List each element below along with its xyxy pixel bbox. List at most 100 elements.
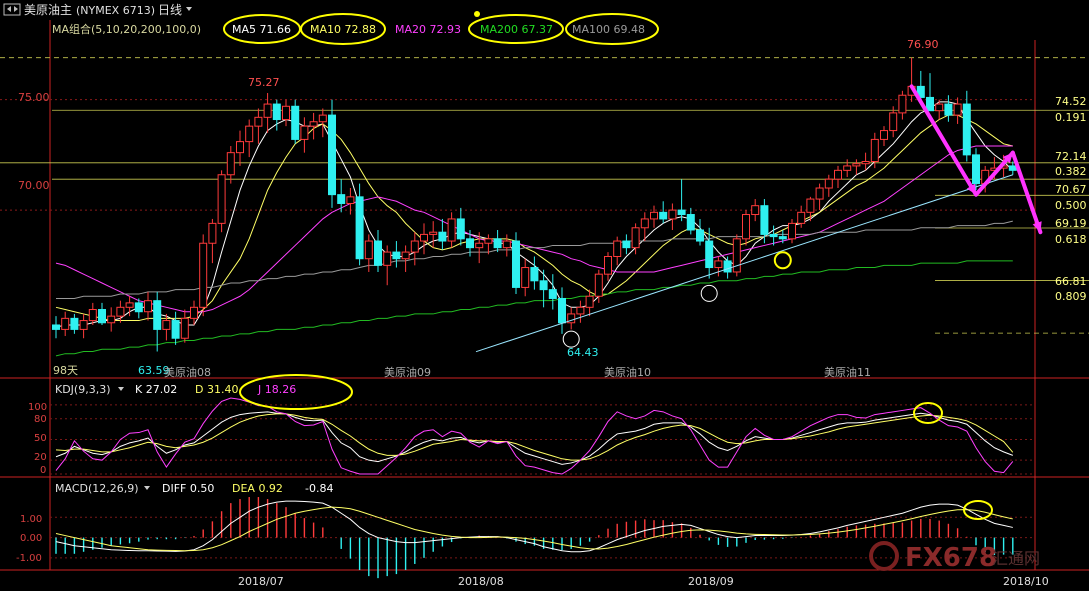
candle-body	[576, 306, 585, 315]
candle-body	[180, 317, 189, 339]
macd-tick-0: 0.00	[20, 533, 42, 544]
candle-body	[696, 229, 704, 242]
candle[interactable]	[291, 99, 300, 144]
fib-ratio-0500: 0.500	[1055, 199, 1087, 212]
candle-body	[613, 240, 622, 257]
candle-body	[788, 222, 796, 240]
candle-body	[815, 187, 824, 200]
candle-body	[134, 302, 143, 313]
contract-label-09: 美原油09	[384, 365, 431, 379]
y-tick-75: 75.00	[18, 91, 50, 104]
title-bar: 美原油主 (NYMEX 6713) 日线	[3, 3, 192, 17]
candle-body	[604, 255, 612, 275]
ma100-value: MA100 69.48	[572, 23, 645, 36]
macd-hist-value: -0.84	[305, 482, 333, 495]
candle-body	[107, 315, 116, 324]
fib-price-0500: 70.67	[1055, 183, 1087, 196]
candle-body	[677, 209, 686, 216]
candle-body	[751, 205, 760, 216]
macd-label[interactable]: MACD(12,26,9)	[55, 482, 139, 495]
fib-ratio-0191: 0.191	[1055, 111, 1087, 124]
candle-body	[705, 240, 714, 269]
candle-body	[502, 240, 511, 249]
candle-body	[116, 306, 125, 317]
candle-body	[88, 309, 97, 322]
candle-body	[778, 236, 787, 240]
candle-body	[98, 309, 106, 324]
kdj-tick-100: 100	[28, 402, 47, 413]
candle-body	[383, 251, 392, 266]
symbol-name[interactable]: 美原油主	[24, 3, 72, 17]
candle-body	[153, 300, 162, 330]
candle-body	[70, 317, 79, 330]
candle-body	[521, 267, 530, 288]
ma10-value: MA10 72.88	[310, 23, 376, 36]
x-label-2018-07: 2018/07	[238, 575, 284, 588]
candle-body	[190, 306, 198, 319]
candle-body	[806, 198, 815, 213]
ma-group-label[interactable]: MA组合(5,10,20,200,100,0)	[52, 22, 201, 36]
contract-label-11: 美原油11	[824, 365, 871, 379]
candle-body	[328, 114, 336, 196]
candle-body	[466, 238, 474, 249]
candle-body	[944, 103, 953, 116]
candle-body	[548, 289, 557, 299]
candle-body	[493, 238, 502, 249]
candle[interactable]	[328, 99, 336, 208]
fib-price-0382: 72.14	[1055, 150, 1087, 163]
candle[interactable]	[199, 234, 208, 317]
candle[interactable]	[972, 148, 980, 191]
kdj-tick-50: 50	[34, 433, 47, 444]
ma20-value: MA20 72.93	[395, 23, 461, 36]
candle-body	[668, 209, 677, 220]
candle-body	[79, 320, 88, 330]
contract-label-08: 美原油08	[164, 365, 211, 379]
candle-body	[760, 205, 769, 235]
candle-body	[282, 105, 290, 121]
candle-body	[834, 169, 842, 180]
candle-body	[171, 320, 180, 339]
candle-body	[475, 242, 484, 249]
candle-body	[355, 196, 364, 260]
candle-body	[935, 103, 944, 112]
kdj-tick-20: 20	[34, 452, 47, 463]
kdj-tick-80: 80	[34, 414, 47, 425]
candle-body	[953, 103, 962, 116]
fib-price-0618: 69.19	[1055, 217, 1087, 230]
fib-ratio-0382: 0.382	[1055, 165, 1087, 178]
candle-body	[144, 300, 152, 313]
candle-body	[769, 233, 778, 238]
candle-body	[447, 218, 456, 242]
days-count-label: 98天	[53, 364, 78, 377]
candle-body	[392, 251, 401, 260]
candle-body	[374, 240, 382, 266]
candle[interactable]	[512, 232, 520, 295]
candle-body	[962, 103, 971, 156]
contract-label-10: 美原油10	[604, 365, 651, 379]
ma5-value: MA5 71.66	[232, 23, 291, 36]
candle-body	[861, 161, 870, 165]
chart-canvas[interactable]: 美原油主 (NYMEX 6713) 日线 MA组合(5,10,20,200,10…	[0, 0, 1089, 591]
candle-body	[631, 227, 640, 249]
candle[interactable]	[732, 234, 741, 277]
candle[interactable]	[217, 170, 226, 233]
candle-body	[659, 211, 668, 220]
candle-body	[723, 260, 732, 273]
exchange-code: (NYMEX 6713)	[76, 4, 155, 17]
watermark-text: FX678	[905, 543, 997, 573]
candle-body	[594, 273, 603, 297]
kdj-label[interactable]: KDJ(9,3,3)	[55, 383, 111, 396]
candle-body	[337, 194, 346, 204]
candle-body	[125, 302, 134, 308]
candle-body	[300, 125, 309, 140]
period-label[interactable]: 日线	[158, 3, 182, 17]
candle-body	[52, 324, 60, 330]
candle-body	[797, 211, 806, 224]
candle-body	[558, 297, 566, 324]
candle-body	[742, 214, 750, 240]
candle-body	[1008, 165, 1017, 171]
candle-body	[585, 295, 594, 308]
peak-price-label: 75.27	[248, 76, 280, 89]
candle-body	[263, 103, 272, 118]
candle-body	[61, 317, 70, 330]
